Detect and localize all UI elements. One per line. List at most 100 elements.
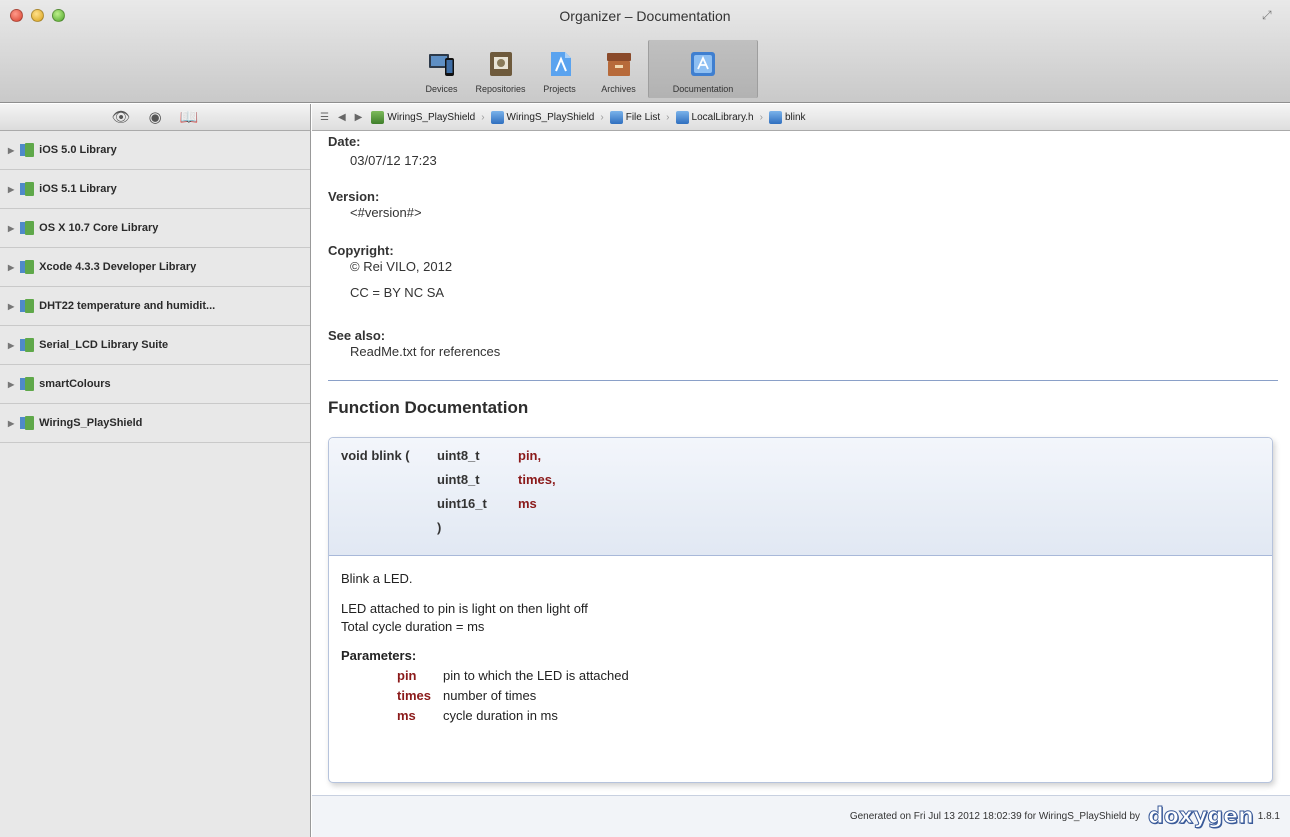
repositories-icon [489,52,512,76]
sidebar-item-label: Serial_LCD Library Suite [39,339,169,351]
function-details: LED attached to pin is light on then lig… [341,600,1272,636]
breadcrumb-label: WiringS_PlayShield [387,111,476,123]
seealso-value: ReadMe.txt for references [350,344,501,359]
version-section: Version: <#version#> [328,189,422,222]
copyright-line1: © Rei VILO, 2012 [350,259,453,274]
sidebar-item-label: iOS 5.0 Library [39,144,117,156]
breadcrumb-separator-icon: › [600,111,604,123]
param-type: uint16_t [437,496,487,511]
doxygen-logo[interactable]: doxygen [1148,804,1255,830]
library-book-icon [20,299,35,313]
sidebar-item-ios-5-0[interactable]: ▶ iOS 5.0 Library [0,131,310,170]
section-divider [328,380,1278,381]
disclosure-triangle-icon[interactable]: ▶ [8,302,14,311]
function-name: void blink ( [341,448,410,463]
eye-icon[interactable]: 👁 [112,108,131,126]
toolbar-devices[interactable]: Devices [412,40,471,98]
toolbar-devices-label: Devices [425,84,458,94]
archives-icon [606,53,631,76]
copyright-line2: CC = BY NC SA [350,285,445,300]
doxygen-version: 1.8.1 [1257,811,1280,822]
seealso-label: See also: [328,328,386,343]
library-book-icon [20,377,35,391]
prototype-close-paren: ) [437,520,442,535]
prototype-line: void blink ( uint8_t pin, [341,448,1272,472]
back-arrow-icon[interactable]: ◀ [338,112,346,123]
toolbar-projects-label: Projects [543,84,576,94]
sidebar-item-osx-core[interactable]: ▶ OS X 10.7 Core Library [0,209,310,248]
disclosure-triangle-icon[interactable]: ▶ [8,185,14,194]
breadcrumb-library[interactable]: WiringS_PlayShield [371,110,476,124]
document-icon [609,110,623,124]
library-book-icon [20,143,35,157]
doxygen-footer: Generated on Fri Jul 13 2012 18:02:39 fo… [312,795,1290,837]
toolbar-documentation[interactable]: Documentation [648,40,758,98]
documentation-content: Date: 03/07/12 17:23 Version: <#version#… [312,131,1290,795]
prototype-line: ) [341,520,1272,544]
function-detail-line: LED attached to pin is light on then lig… [341,601,588,616]
date-section: Date: 03/07/12 17:23 [328,134,437,170]
function-detail-line: Total cycle duration = ms [341,619,485,634]
sidebar-item-smartcolours[interactable]: ▶ smartColours [0,365,310,404]
sidebar-item-ios-5-1[interactable]: ▶ iOS 5.1 Library [0,170,310,209]
breadcrumb-label: WiringS_PlayShield [506,111,595,123]
copyright-label: Copyright: [328,243,394,258]
library-book-icon [20,338,35,352]
breadcrumb-separator-icon: › [759,111,763,123]
disclosure-triangle-icon[interactable]: ▶ [8,224,14,233]
breadcrumb-separator-icon: › [666,111,670,123]
parameters-title: Parameters: [341,648,417,663]
sidebar-item-label: smartColours [39,378,111,390]
sidebar-item-wirings-playshield[interactable]: ▶ WiringS_PlayShield [0,404,310,443]
organizer-toolbar: Devices Repositories Projects Archives D… [412,40,758,100]
parameter-description: cycle duration in ms [443,707,558,723]
sidebar-item-label: Xcode 4.3.3 Developer Library [39,261,197,273]
function-member-box: void blink ( uint8_t pin, uint8_t times,… [328,437,1273,783]
sidebar-item-label: iOS 5.1 Library [39,183,117,195]
library-book-icon [20,260,35,274]
breadcrumb-separator-icon: › [481,111,485,123]
library-book-icon [20,182,35,196]
breadcrumb-file-list[interactable]: File List [609,110,661,124]
toolbar-repositories[interactable]: Repositories [471,40,530,98]
library-sidebar: ▶ iOS 5.0 Library ▶ iOS 5.1 Library ▶ OS… [0,131,311,837]
disclosure-triangle-icon[interactable]: ▶ [8,341,14,350]
parameter-row: pin pin to which the LED is attached [341,665,1272,685]
disclosure-triangle-icon[interactable]: ▶ [8,380,14,389]
breadcrumb-label: LocalLibrary.h [691,111,754,123]
breadcrumb-project[interactable]: WiringS_PlayShield [490,110,595,124]
disclosure-triangle-icon[interactable]: ▶ [8,419,14,428]
breadcrumb-label: blink [784,111,806,123]
prototype-line: uint8_t times, [341,472,1272,496]
sidebar-header: 👁 ◉ 📖 [0,104,311,131]
search-icon[interactable]: ◉ [149,108,162,126]
breadcrumb-label: File List [625,111,661,123]
seealso-section: See also: ReadMe.txt for references [328,328,500,361]
toolbar-repositories-label: Repositories [475,84,526,94]
disclosure-triangle-icon[interactable]: ▶ [8,146,14,155]
breadcrumb-function[interactable]: blink [768,110,806,124]
sidebar-item-xcode-developer[interactable]: ▶ Xcode 4.3.3 Developer Library [0,248,310,287]
prototype-line: uint16_t ms [341,496,1272,520]
disclosure-triangle-icon[interactable]: ▶ [8,263,14,272]
library-book-icon [20,416,35,430]
projects-icon [550,52,571,76]
bookmarks-icon[interactable]: 📖 [180,108,199,126]
toolbar-archives-label: Archives [601,84,636,94]
function-documentation-heading: Function Documentation [328,398,529,417]
fullscreen-icon[interactable]: ⤢ [1262,8,1276,22]
document-icon [768,110,782,124]
toolbar-projects[interactable]: Projects [530,40,589,98]
version-label: Version: [328,189,380,204]
forward-arrow-icon[interactable]: ▶ [355,112,363,123]
toolbar-archives[interactable]: Archives [589,40,648,98]
window-title: Organizer – Documentation [559,8,731,24]
document-icon [490,110,504,124]
library-book-icon [20,221,35,235]
sidebar-item-serial-lcd[interactable]: ▶ Serial_LCD Library Suite [0,326,310,365]
date-value: 03/07/12 17:23 [350,153,437,168]
list-icon[interactable]: ☰ [320,112,329,123]
sidebar-item-dht22[interactable]: ▶ DHT22 temperature and humidit... [0,287,310,326]
function-prototype: void blink ( uint8_t pin, uint8_t times,… [329,438,1272,556]
breadcrumb-file[interactable]: LocalLibrary.h [675,110,754,124]
